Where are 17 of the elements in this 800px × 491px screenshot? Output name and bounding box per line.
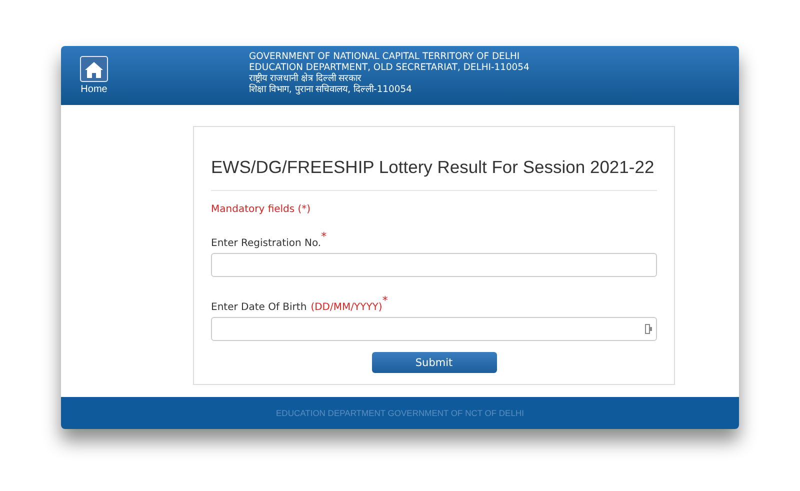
home-icon: [80, 56, 108, 82]
form-title: EWS/DG/FREESHIP Lottery Result For Session 2021-22: [211, 127, 657, 191]
header-text: शिक्षा विभाग, पुराना सचिवालय, दिल्ली-110054: [249, 84, 413, 95]
header-text: EDUCATION DEPARTMENT, OLD SECRETARIAT, DELHI-110054: [249, 62, 530, 73]
mandatory-note: Mandatory fields (*): [211, 204, 312, 215]
date-field[interactable]: [211, 317, 657, 341]
registration-field[interactable]: [211, 253, 657, 277]
header-text: GOVERNMENT OF NATIONAL CAPITAL TERRITORY OF DELHI: [249, 51, 521, 62]
submit-button[interactable]: Submit: [372, 352, 496, 373]
header-text: राष्ट्रीय राजधानी क्षेत्र दिल्ली सरकार: [249, 73, 362, 84]
format-hint: (DD/MM/YYYY): [310, 302, 382, 313]
home-link[interactable]: Home: [61, 46, 127, 95]
footer-text: EDUCATION DEPARTMENT GOVERNMENT OF NCT OF DELHI: [276, 408, 524, 418]
required-mark: *: [321, 233, 327, 241]
field-label: Enter Date Of Birth: [211, 302, 307, 313]
required-mark: *: [382, 297, 388, 305]
field-label: Enter Registration No.: [211, 238, 322, 249]
